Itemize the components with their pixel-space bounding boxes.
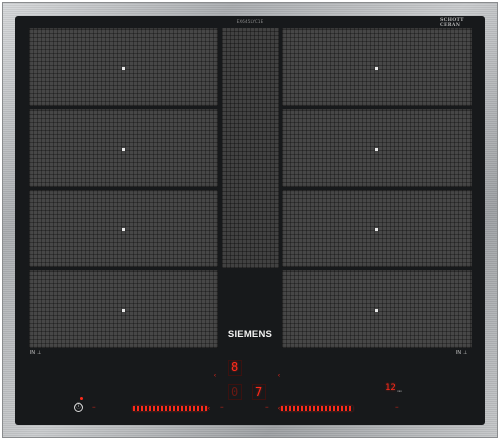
left-flex-text: IN: [30, 350, 35, 356]
center-left-digit: 0: [231, 385, 239, 399]
right-zone-3: [282, 190, 472, 267]
brand-logo: SIEMENS: [227, 329, 273, 340]
power-icon: ⓘ: [75, 404, 82, 410]
zone-marker: [375, 309, 378, 312]
zone-marker: [375, 228, 378, 231]
flex-zone-icon: ⊥: [463, 350, 468, 356]
ceramic-glass-top: EX645LYC1E SCHOTT CERAN EX645LYC1E SIEME…: [15, 16, 485, 425]
left-minus-icon[interactable]: −: [220, 405, 224, 411]
left-flex-label: IN ⊥: [30, 350, 41, 356]
minus-icon[interactable]: −: [92, 405, 96, 411]
power-led: [80, 397, 83, 400]
right-zone-1: [282, 28, 472, 106]
left-zone-1: [29, 28, 218, 106]
flex-zone-icon: ⊥: [37, 350, 42, 356]
center-top-digit: 8: [231, 360, 239, 374]
chevron-icon: ‹: [278, 405, 280, 412]
right-power-slider[interactable]: ‹: [277, 405, 353, 412]
zone-marker: [375, 67, 378, 70]
chevron-icon: ‹: [208, 405, 210, 412]
zone-marker: [122, 67, 125, 70]
timer-display[interactable]: 12: [385, 384, 396, 393]
power-button[interactable]: ⓘ: [74, 403, 83, 412]
zone-marker: [122, 309, 125, 312]
left-zone-4: [29, 270, 218, 348]
timer-unit: min: [397, 389, 402, 393]
right-flex-label: IN ⊥: [456, 350, 467, 356]
center-right-digit: 7: [255, 385, 263, 399]
zone-marker: [122, 228, 125, 231]
left-indicator[interactable]: ‹: [214, 373, 216, 379]
right-zone-2: [282, 109, 472, 187]
timer-minus-icon[interactable]: −: [395, 405, 399, 411]
zone-marker: [122, 148, 125, 151]
left-power-slider[interactable]: ‹: [133, 405, 211, 412]
right-slider-ticks[interactable]: [281, 406, 353, 411]
zone-marker: [375, 148, 378, 151]
center-heating-strip: [222, 28, 279, 268]
right-minus-icon[interactable]: −: [265, 405, 269, 411]
right-zone-4: [282, 270, 472, 348]
left-zone-3: [29, 190, 218, 267]
model-label: EX645LYC1E: [236, 19, 264, 24]
right-flex-text: IN: [456, 350, 461, 356]
left-zone-2: [29, 109, 218, 187]
left-slider-ticks[interactable]: [133, 406, 207, 411]
right-indicator[interactable]: ‹: [278, 373, 280, 379]
